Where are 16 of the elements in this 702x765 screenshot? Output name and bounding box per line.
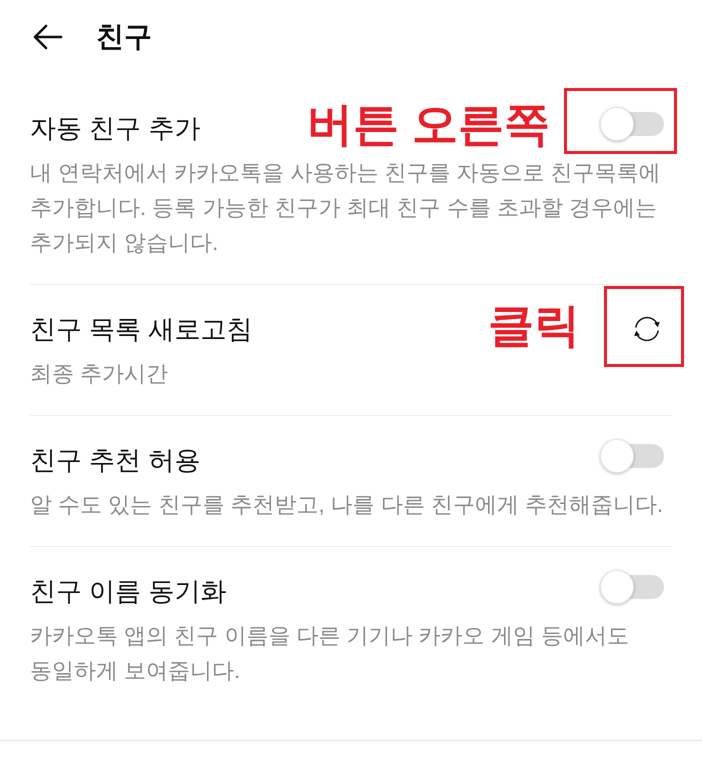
toggle-switch[interactable]	[600, 438, 664, 474]
toggle-switch[interactable]	[600, 569, 664, 605]
setting-description: 카카오톡 앱의 친구 이름을 다른 기기나 카카오 게임 등에서도 동일하게 보여줍니다.	[30, 622, 630, 685]
setting-description: 알 수도 있는 친구를 추천받고, 나를 다른 친구에게 추천해줍니다.	[30, 491, 664, 519]
setting-title: 친구 추천 허용	[30, 444, 202, 477]
back-arrow-icon	[33, 24, 63, 50]
setting-title: 친구 목록 새로고침	[30, 313, 254, 346]
setting-description: 내 연락처에서 카카오톡을 사용하는 친구를 자동으로 친구목록에 추가합니다. 등록 가능한 친구가 최대 친구 수를 초과할 경우에는 추가되지 않습니다.	[30, 159, 662, 257]
setting-description: 최종 추가시간	[30, 360, 170, 388]
page-title: 친구	[96, 20, 152, 54]
back-button[interactable]	[32, 23, 64, 51]
setting-title: 자동 친구 추가	[30, 112, 202, 145]
annotation-text: 버튼 오른쪽	[307, 98, 550, 150]
annotation-text: 클릭	[488, 299, 580, 351]
toggle-switch[interactable]	[600, 106, 664, 142]
setting-title: 친구 이름 동기화	[30, 575, 228, 608]
